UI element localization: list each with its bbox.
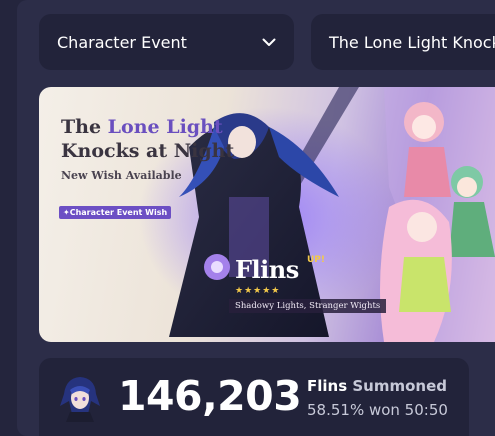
up-badge: UP! (307, 255, 326, 265)
banner-weapon-text: Shadowy Lights, Stranger Wights (229, 299, 387, 313)
event-dropdown[interactable]: The Lone Light Knocks (311, 14, 495, 70)
banner-tag: ✦Character Event Wish (59, 206, 172, 219)
fifty-fifty-rate: 58.51% won 50:50 (307, 401, 448, 419)
event-banner-image[interactable]: The Lone Light Knocks at Night New Wish … (39, 87, 495, 342)
banner-title: The Lone Light Knocks at Night (61, 116, 235, 162)
rarity-stars: ★★★★★ (235, 286, 281, 296)
banner-type-dropdown[interactable]: Character Event (39, 14, 294, 70)
banner-type-value: Character Event (57, 32, 187, 52)
character-avatar (60, 377, 100, 422)
event-value: The Lone Light Knocks (329, 32, 495, 52)
summoned-label: Flins Summoned (307, 377, 447, 395)
banner-character-name: Flins (235, 255, 299, 284)
banner-subtitle: New Wish Available (61, 169, 182, 182)
summon-count: 146,203 (118, 372, 302, 420)
chevron-down-icon (262, 38, 276, 47)
